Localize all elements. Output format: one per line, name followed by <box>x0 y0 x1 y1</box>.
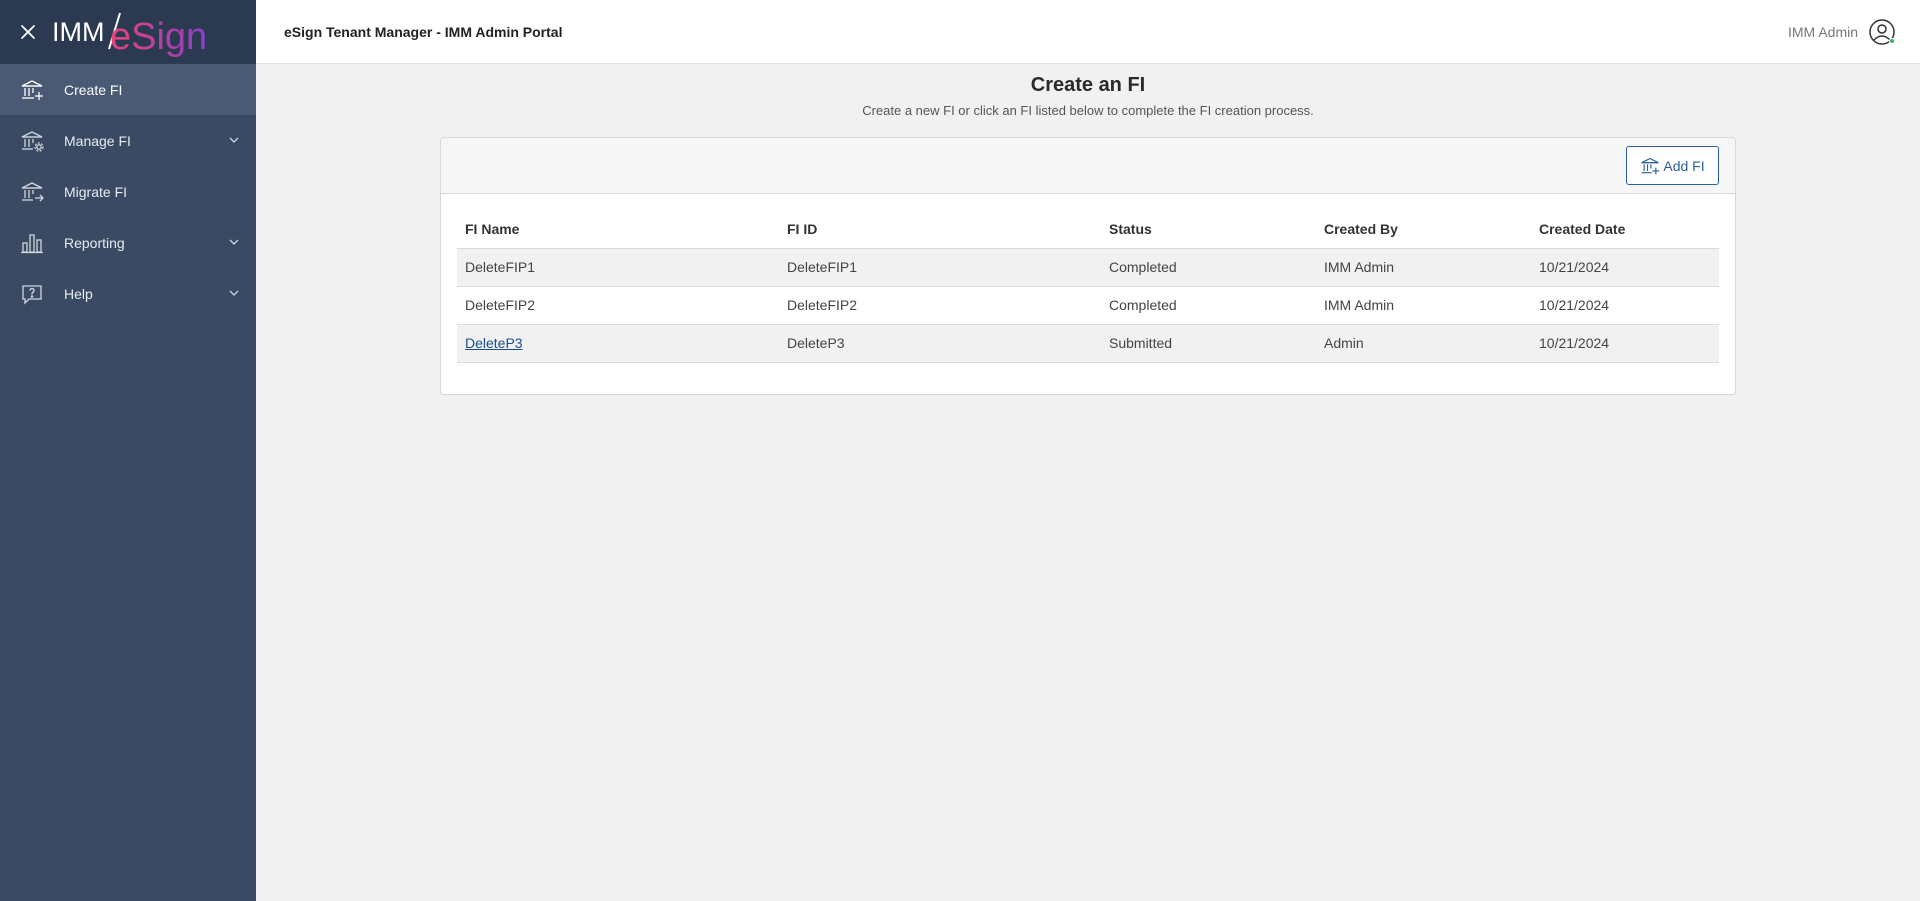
table-row[interactable]: DeleteFIP2 DeleteFIP2 Completed IMM Admi… <box>457 286 1719 325</box>
bank-plus-icon <box>20 78 44 102</box>
page-subtitle: Create a new FI or click an FI listed be… <box>862 103 1314 118</box>
online-status-dot <box>1889 38 1895 44</box>
cell-status: Completed <box>1101 286 1316 325</box>
cell-fi-id: DeleteP3 <box>779 324 1101 363</box>
chevron-down-icon[interactable] <box>228 236 240 248</box>
sidebar-item-help[interactable]: Help <box>0 268 256 319</box>
column-header-created-date[interactable]: Created Date <box>1531 210 1719 249</box>
add-fi-label: Add FI <box>1663 157 1705 174</box>
sidebar-item-label: Migrate FI <box>64 183 128 200</box>
cell-created-by: Admin <box>1316 324 1531 363</box>
cell-fi-id: DeleteFIP2 <box>779 286 1101 325</box>
sidebar-item-migrate-fi[interactable]: Migrate FI <box>0 166 256 217</box>
table-row[interactable]: DeleteFIP1 DeleteFIP1 Completed IMM Admi… <box>457 248 1719 287</box>
add-fi-button[interactable]: Add FI <box>1626 146 1719 185</box>
cell-created-date: 10/21/2024 <box>1531 324 1719 363</box>
cell-fi-name: DeleteFIP1 <box>457 248 779 287</box>
cell-fi-name: DeleteFIP2 <box>457 286 779 325</box>
cell-created-by: IMM Admin <box>1316 286 1531 325</box>
card-toolbar: Add FI <box>441 138 1735 194</box>
cell-status: Submitted <box>1101 324 1316 363</box>
column-header-fi-id[interactable]: FI ID <box>779 210 1101 249</box>
svg-text:eSign: eSign <box>110 16 207 57</box>
column-header-created-by[interactable]: Created By <box>1316 210 1531 249</box>
user-menu[interactable]: IMM Admin <box>1788 18 1896 46</box>
svg-text:IMM: IMM <box>52 17 104 47</box>
chevron-down-icon[interactable] <box>228 134 240 146</box>
bar-chart-icon <box>20 231 44 255</box>
table-row[interactable]: DeleteP3 DeleteP3 Submitted Admin 10/21/… <box>457 324 1719 363</box>
close-icon[interactable] <box>18 22 38 42</box>
bank-plus-icon <box>1641 157 1660 174</box>
sidebar-item-label: Create FI <box>64 81 123 98</box>
chevron-down-icon[interactable] <box>228 287 240 299</box>
cell-fi-name: DeleteP3 <box>457 324 779 363</box>
fi-list-card: Add FI FI Name FI ID Status Created By C… <box>440 137 1736 395</box>
bank-gear-icon <box>20 129 44 153</box>
cell-created-date: 10/21/2024 <box>1531 248 1719 287</box>
fi-table: FI Name FI ID Status Created By Created … <box>457 210 1719 363</box>
sidebar-item-reporting[interactable]: Reporting <box>0 217 256 268</box>
sidebar-header: IMM eSign <box>0 0 256 64</box>
sidebar-nav: Create FI Manage FI Migrate FI Reporting… <box>0 64 256 319</box>
app-title: eSign Tenant Manager - IMM Admin Portal <box>284 23 563 40</box>
sidebar-item-manage-fi[interactable]: Manage FI <box>0 115 256 166</box>
user-name: IMM Admin <box>1787 24 1858 40</box>
sidebar-item-create-fi[interactable]: Create FI <box>0 64 256 115</box>
page-title: Create an FI <box>1030 74 1146 96</box>
column-header-fi-name[interactable]: FI Name <box>457 210 779 249</box>
column-header-status[interactable]: Status <box>1101 210 1316 249</box>
top-header: eSign Tenant Manager - IMM Admin Portal … <box>256 0 1920 64</box>
help-bubble-icon <box>20 282 44 306</box>
main-content: Create an FI Create a new FI or click an… <box>256 64 1920 901</box>
user-avatar-icon <box>1868 18 1896 46</box>
cell-fi-id: DeleteFIP1 <box>779 248 1101 287</box>
cell-created-date: 10/21/2024 <box>1531 286 1719 325</box>
bank-arrow-icon <box>20 180 44 204</box>
fi-name-link[interactable]: DeleteP3 <box>465 335 523 351</box>
cell-status: Completed <box>1101 248 1316 287</box>
brand-logo: IMM eSign <box>52 7 212 57</box>
table-header-row: FI Name FI ID Status Created By Created … <box>457 210 1719 249</box>
cell-created-by: IMM Admin <box>1316 248 1531 287</box>
sidebar: IMM eSign Create FI Manage FI Migrate FI… <box>0 0 256 901</box>
